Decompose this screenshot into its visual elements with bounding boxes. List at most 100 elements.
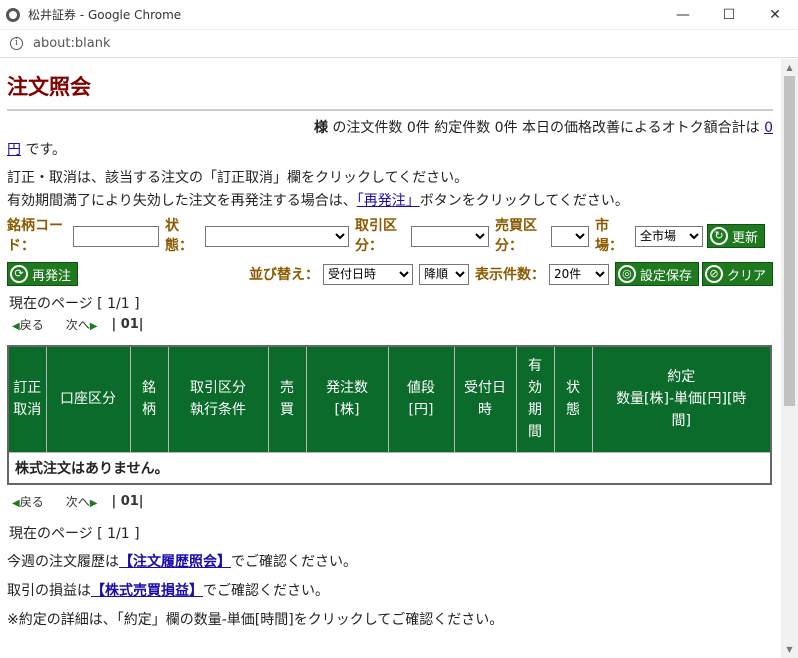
prev-label-top: 戻る: [19, 318, 44, 332]
minimize-button[interactable]: —: [660, 0, 706, 30]
table-header-cell: 銘柄: [129, 345, 169, 453]
empty-message: 株式注文はありません。: [7, 451, 772, 484]
next-link-bottom[interactable]: 次へ▶: [66, 493, 98, 510]
count-label: 表示件数：: [474, 267, 545, 283]
history-post: でご確認ください。: [231, 553, 357, 570]
table-header-cell: 訂正 取消: [7, 345, 47, 453]
next-label-top: 次へ: [65, 318, 90, 332]
sort-select[interactable]: 受付日時: [322, 263, 413, 285]
clear-icon: ⊘: [704, 265, 723, 283]
refresh-icon: ↻: [710, 227, 728, 245]
pnl-pre: 取引の損益は: [7, 582, 91, 599]
window-title: 松井証券 - Google Chrome: [28, 8, 182, 22]
order-summary: 様 の注文件数 0件 約定件数 0件 本日の価格改善によるオトク額合計は 0: [7, 117, 773, 139]
market-select[interactable]: 全市場: [635, 225, 703, 247]
orders-table: 訂正 取消 口座区分銘柄取引区分 執行条件売買発注数 [株] 値段 [円] 受付日時有効期間状…: [7, 345, 772, 485]
instruction-line-1: 訂正・取消は、該当する注文の「訂正取消」欄をクリックしてください。: [7, 170, 469, 186]
prev-link-bottom[interactable]: ◀戻る: [12, 493, 44, 510]
url-text[interactable]: about:blank: [33, 36, 111, 51]
market-label: 市場：: [595, 218, 623, 254]
scroll-down-icon[interactable]: ▼: [781, 641, 798, 658]
code-label: 銘柄コード：: [7, 218, 63, 254]
summary-tail-text: です。: [21, 142, 67, 158]
table-header-row: 訂正 取消 口座区分銘柄取引区分 執行条件売買発注数 [株] 値段 [円] 受付日時有効期間状…: [7, 345, 772, 453]
triangle-left-icon: ◀: [12, 497, 20, 509]
prev-label-bottom: 戻る: [19, 494, 44, 509]
table-header-cell: 有効期間: [515, 345, 555, 453]
footer-notes: 今週の注文履歴は【注文履歴照会】でご確認ください。 取引の損益は【株式売買損益】…: [7, 548, 773, 635]
instruction-line-2-pre: 有効期間満了により失効した注文を再発注する場合は、: [7, 193, 357, 209]
page-number-top[interactable]: | 01|: [111, 317, 143, 332]
next-label-bottom: 次へ: [65, 494, 90, 509]
info-icon[interactable]: i: [10, 37, 23, 50]
sort-label: 並び替え：: [248, 267, 319, 283]
reorder-button[interactable]: ⟳ 再発注: [7, 262, 79, 286]
pnl-note: 取引の損益は【株式売買損益】でご確認ください。: [7, 577, 773, 606]
order-select[interactable]: 降順: [418, 263, 469, 285]
clear-button[interactable]: ⊘ クリア: [701, 262, 773, 286]
triangle-right-icon: ▶: [89, 497, 98, 509]
savings-unit-link[interactable]: 円: [7, 142, 21, 158]
triangle-right-icon: ▶: [89, 321, 98, 332]
toolbar-row: ⟳ 再発注 並び替え： 受付日時 降順 表示件数： 20件 ◎ 設定保存 ⊘ クリア: [7, 262, 773, 286]
summary-text: の注文件数 0件 約定件数 0件 本日の価格改善によるオトク額合計は: [327, 120, 765, 136]
clear-button-label: クリア: [726, 268, 766, 284]
save-settings-button[interactable]: ◎ 設定保存: [614, 262, 699, 286]
pager-bottom: ◀戻る 次へ▶ | 01|: [7, 493, 773, 510]
filter-row: 銘柄コード： 状態： 取引区分： 売買区分： 市場： 全市場 ↻ 更新: [7, 216, 773, 256]
status-label: 状態：: [165, 218, 193, 254]
bottom-section: ◀戻る 次へ▶ | 01| 現在のページ [ 1/1 ] 今週の注文履歴は【注文…: [7, 493, 773, 635]
table-header-cell: 口座区分: [45, 345, 131, 453]
instruction-line-2-post: ボタンをクリックしてください。: [419, 193, 629, 209]
reorder-icon: ⟳: [10, 265, 28, 283]
scrollbar-thumb[interactable]: [784, 76, 795, 406]
table-header-cell: 約定 数量[株]-単価[円][時 間]: [591, 345, 772, 453]
table-header-cell: 売買: [267, 345, 307, 453]
history-pre: 今週の注文履歴は: [7, 553, 119, 570]
table-row: 株式注文はありません。: [7, 451, 772, 484]
current-page-bottom: 現在のページ [ 1/1 ]: [9, 525, 140, 542]
side-select[interactable]: [551, 225, 589, 247]
summary-tail: 円 です。: [7, 139, 773, 161]
table-header-cell: 状態: [553, 345, 593, 453]
maximize-button[interactable]: ☐: [706, 0, 752, 30]
reorder-button-label: 再発注: [32, 268, 72, 284]
trade-type-label: 取引区分：: [355, 218, 397, 254]
table-header-cell: 値段 [円]: [387, 345, 455, 453]
page-title: 注文照会: [7, 67, 773, 111]
current-page-top: 現在のページ [ 1/1 ]: [9, 296, 140, 312]
next-link-top[interactable]: 次へ▶: [66, 316, 98, 333]
honorific: 様: [313, 120, 328, 136]
close-button[interactable]: ✕: [752, 0, 798, 30]
prev-link-top[interactable]: ◀戻る: [12, 316, 44, 333]
save-icon: ◎: [617, 265, 636, 283]
table-header-cell: 受付日時: [453, 345, 517, 453]
vertical-scrollbar[interactable]: ▲ ▼: [781, 59, 798, 658]
count-select[interactable]: 20件: [548, 263, 609, 285]
triangle-left-icon: ◀: [12, 321, 20, 332]
instructions: 訂正・取消は、該当する注文の「訂正取消」欄をクリックしてください。 有効期間満了…: [7, 167, 773, 213]
update-button[interactable]: ↻ 更新: [707, 224, 766, 248]
trade-type-select[interactable]: [411, 225, 489, 247]
pager-top: ◀戻る 次へ▶ | 01|: [7, 316, 773, 333]
chrome-app-icon: [6, 7, 20, 22]
table-header-cell: 発注数 [株]: [305, 345, 389, 453]
order-history-link[interactable]: 【注文履歴照会】: [119, 554, 231, 570]
side-label: 売買区分：: [495, 218, 537, 254]
reorder-link[interactable]: 「再発注」: [357, 193, 420, 209]
detail-note: ※約定の詳細は、「約定」欄の数量-単価[時間]をクリックしてご確認ください。: [7, 611, 504, 628]
code-input[interactable]: [73, 225, 159, 247]
pnl-post: でご確認ください。: [203, 582, 329, 599]
history-note: 今週の注文履歴は【注文履歴照会】でご確認ください。: [7, 548, 773, 577]
scroll-up-icon[interactable]: ▲: [781, 59, 798, 76]
save-settings-label: 設定保存: [639, 268, 692, 284]
status-select[interactable]: [205, 225, 349, 247]
table-header-cell: 取引区分 執行条件: [167, 345, 269, 453]
page-number-bottom[interactable]: | 01|: [111, 494, 143, 509]
stock-pnl-link[interactable]: 【株式売買損益】: [91, 583, 203, 599]
savings-amount-link[interactable]: 0: [764, 120, 773, 136]
address-bar[interactable]: i about:blank: [0, 30, 798, 58]
update-button-label: 更新: [732, 230, 759, 246]
instruction-line-2: 有効期間満了により失効した注文を再発注する場合は、「再発注」ボタンをクリックして…: [7, 190, 773, 213]
page-viewport: 注文照会 様 の注文件数 0件 約定件数 0件 本日の価格改善によるオトク額合計…: [0, 59, 781, 658]
